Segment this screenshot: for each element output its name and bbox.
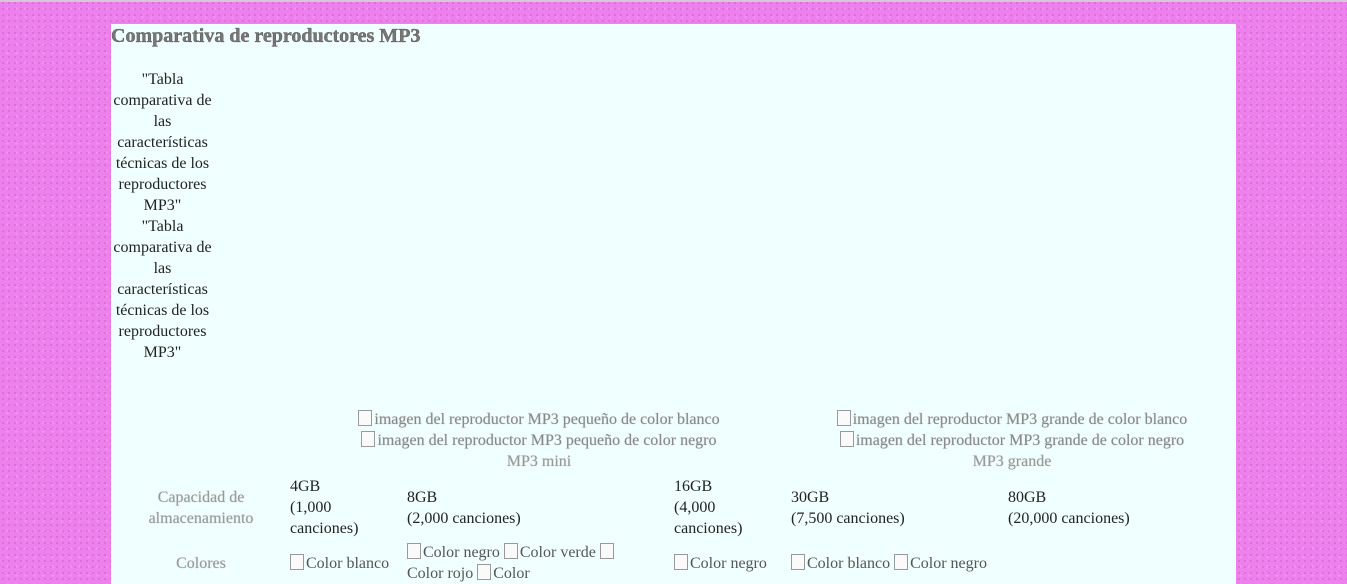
capacity-size: 16GB xyxy=(674,478,713,495)
color-image: Color negro xyxy=(407,544,500,561)
capacity-row-header: Capacidad de almacenamiento xyxy=(148,489,254,527)
capacity-cell-4gb: 4GB (1,000 canciones) xyxy=(290,476,390,539)
color-image: Color xyxy=(477,565,529,582)
image-alt-text: imagen del reproductor MP3 pequeño de co… xyxy=(374,411,720,428)
broken-image-icon xyxy=(361,432,377,449)
broken-image-icon xyxy=(407,544,423,561)
capacity-size: 4GB xyxy=(290,478,321,495)
mp3-mini-black-image: imagen del reproductor MP3 pequeño de co… xyxy=(291,430,787,451)
broken-image-icon xyxy=(290,555,306,572)
capacity-cell-8gb: 8GB (2,000 canciones) xyxy=(407,487,657,529)
color-image: Color negro xyxy=(894,555,987,572)
broken-image-icon xyxy=(840,432,856,449)
capacity-size: 80GB xyxy=(1008,489,1047,506)
mp3-grande-header: imagen del reproductor MP3 grande de col… xyxy=(784,409,1236,472)
broken-image-icon xyxy=(358,411,374,428)
color-image: Color blanco xyxy=(791,555,890,572)
capacity-cell-30gb: 30GB (7,500 canciones) xyxy=(791,487,991,529)
mp3-mini-label: MP3 mini xyxy=(506,453,572,470)
broken-image-icon xyxy=(837,411,853,428)
colors-row-header: Colores xyxy=(176,555,226,572)
broken-image-icon xyxy=(477,565,493,582)
page-container: Comparativa de reproductores MP3 "Tabla … xyxy=(111,24,1236,584)
capacity-size: 30GB xyxy=(791,489,830,506)
capacity-songs: (1,000 canciones) xyxy=(290,499,359,537)
broken-image-icon xyxy=(894,555,910,572)
top-border xyxy=(0,0,1347,2)
table-caption-text-repeat: "Tabla comparativa de las característica… xyxy=(113,218,212,361)
color-image: Color verde xyxy=(504,544,596,561)
image-alt-text: imagen del reproductor MP3 grande de col… xyxy=(855,432,1185,449)
image-alt-text: imagen del reproductor MP3 pequeño de co… xyxy=(377,432,717,449)
mp3-mini-white-image: imagen del reproductor MP3 pequeño de co… xyxy=(291,409,787,430)
capacity-songs: (4,000 canciones) xyxy=(674,499,743,537)
capacity-cell-16gb: 16GB (4,000 canciones) xyxy=(674,476,774,539)
mp3-grande-white-image: imagen del reproductor MP3 grande de col… xyxy=(784,409,1236,430)
colors-cell-mini-8gb: Color negro Color verde Color rojo Color xyxy=(407,542,647,584)
mp3-mini-header: imagen del reproductor MP3 pequeño de co… xyxy=(291,409,787,472)
colors-cell-mini-4gb: Color blanco xyxy=(290,553,389,574)
table-caption-text: "Tabla comparativa de las característica… xyxy=(113,71,212,214)
mp3-grande-black-image: imagen del reproductor MP3 grande de col… xyxy=(784,430,1236,451)
capacity-songs: (7,500 canciones) xyxy=(791,510,905,527)
color-image-alt: Color blanco xyxy=(306,555,390,572)
colors-cell-grande-16gb: Color negro xyxy=(674,553,767,574)
colors-cell-grande-30gb: Color blanco Color negro xyxy=(791,553,987,574)
broken-image-icon xyxy=(504,544,520,561)
mp3-grande-label: MP3 grande xyxy=(972,453,1052,470)
page-title: Comparativa de reproductores MP3 xyxy=(111,25,421,47)
table-caption: "Tabla comparativa de las característica… xyxy=(111,69,214,363)
capacity-songs: (20,000 canciones) xyxy=(1008,510,1130,527)
image-alt-text: imagen del reproductor MP3 grande de col… xyxy=(852,411,1188,428)
broken-image-icon xyxy=(674,555,690,572)
color-image-alt: Color negro xyxy=(690,555,767,572)
capacity-size: 8GB xyxy=(407,489,438,506)
broken-image-icon xyxy=(791,555,807,572)
capacity-cell-80gb: 80GB (20,000 canciones) xyxy=(1008,487,1228,529)
capacity-songs: (2,000 canciones) xyxy=(407,510,521,527)
broken-image-icon xyxy=(600,544,616,561)
